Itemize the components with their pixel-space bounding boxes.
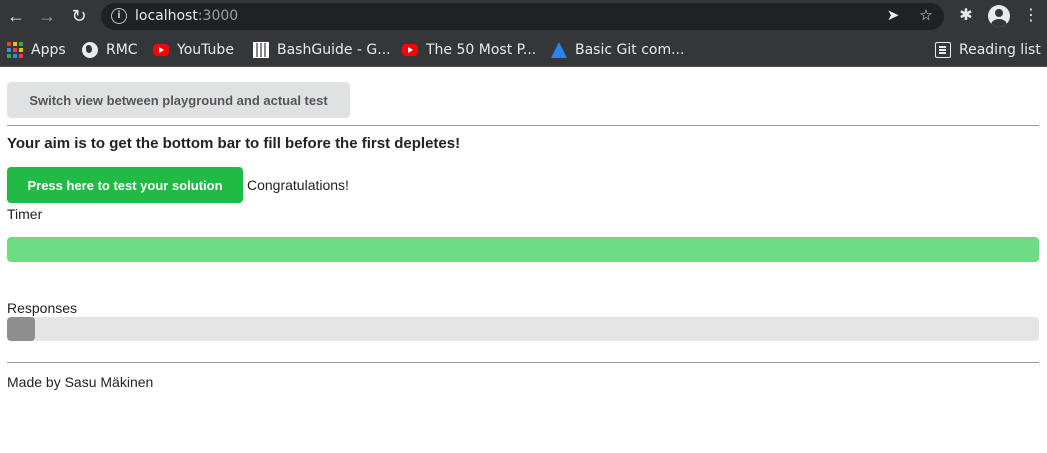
top-divider [7, 125, 1039, 126]
test-solution-button[interactable]: Press here to test your solution [7, 167, 243, 203]
bookmark-youtube[interactable]: YouTube [153, 40, 234, 60]
bookmark-label: The 50 Most P... [426, 42, 537, 58]
responses-bar [7, 317, 1039, 341]
extensions-puzzle-icon[interactable]: ✱ [955, 5, 977, 27]
youtube-icon [402, 44, 418, 56]
reading-list-label: Reading list [959, 42, 1041, 58]
responses-label: Responses [7, 300, 78, 316]
forward-arrow-icon[interactable]: → [35, 4, 59, 28]
timer-bar [7, 237, 1039, 262]
bookmark-apps[interactable]: Apps [7, 40, 66, 60]
back-arrow-icon[interactable]: ← [4, 4, 28, 28]
result-message: Congratulations! [247, 177, 349, 193]
bookmark-label: YouTube [177, 42, 234, 58]
timer-bar-fill [7, 237, 1039, 262]
timer-label: Timer [7, 206, 43, 222]
aim-text: Your aim is to get the bottom bar to fil… [7, 135, 461, 152]
reload-icon[interactable]: ↻ [67, 4, 91, 28]
youtube-icon [153, 44, 169, 56]
site-info-icon[interactable]: i [111, 8, 127, 24]
apps-grid-icon [7, 42, 23, 58]
profile-avatar-icon[interactable] [988, 5, 1010, 27]
globe-icon [82, 42, 98, 58]
reading-list-button[interactable]: Reading list [935, 40, 1041, 60]
bookmark-label: RMC [106, 42, 138, 58]
bookmark-rmc[interactable]: RMC [82, 40, 138, 60]
bottom-divider [7, 362, 1039, 363]
bookmark-basic-git[interactable]: Basic Git com... [551, 40, 684, 60]
kebab-menu-icon[interactable]: ⋮ [1020, 5, 1042, 27]
bookmark-50-most[interactable]: The 50 Most P... [402, 40, 536, 60]
send-tab-icon[interactable]: ➤ [883, 6, 903, 26]
bookmark-label: Basic Git com... [575, 42, 685, 58]
reading-list-icon [935, 42, 951, 58]
qr-favicon-icon [253, 42, 269, 58]
address-url[interactable]: localhost:3000 [135, 7, 238, 26]
responses-bar-fill [7, 317, 35, 341]
switch-view-button[interactable]: Switch view between playground and actua… [7, 82, 350, 118]
browser-toolbar: ← → ↻ i localhost:3000 ➤ ☆ ✱ ⋮ [0, 0, 1047, 33]
bookmark-star-icon[interactable]: ☆ [916, 6, 936, 26]
bookmarks-bar: Apps RMC YouTube BashGuide - G... The 50… [0, 33, 1047, 67]
footer-credit: Made by Sasu Mäkinen [7, 374, 154, 390]
url-port: :3000 [197, 8, 239, 24]
address-bar[interactable]: i localhost:3000 ➤ ☆ [101, 3, 944, 30]
atlassian-icon [551, 42, 567, 58]
url-host: localhost [135, 8, 198, 24]
bookmark-label: BashGuide - G... [277, 42, 391, 58]
page-content: Switch view between playground and actua… [0, 68, 1047, 453]
bookmark-bashguide[interactable]: BashGuide - G... [253, 40, 391, 60]
bookmark-label: Apps [31, 42, 66, 58]
